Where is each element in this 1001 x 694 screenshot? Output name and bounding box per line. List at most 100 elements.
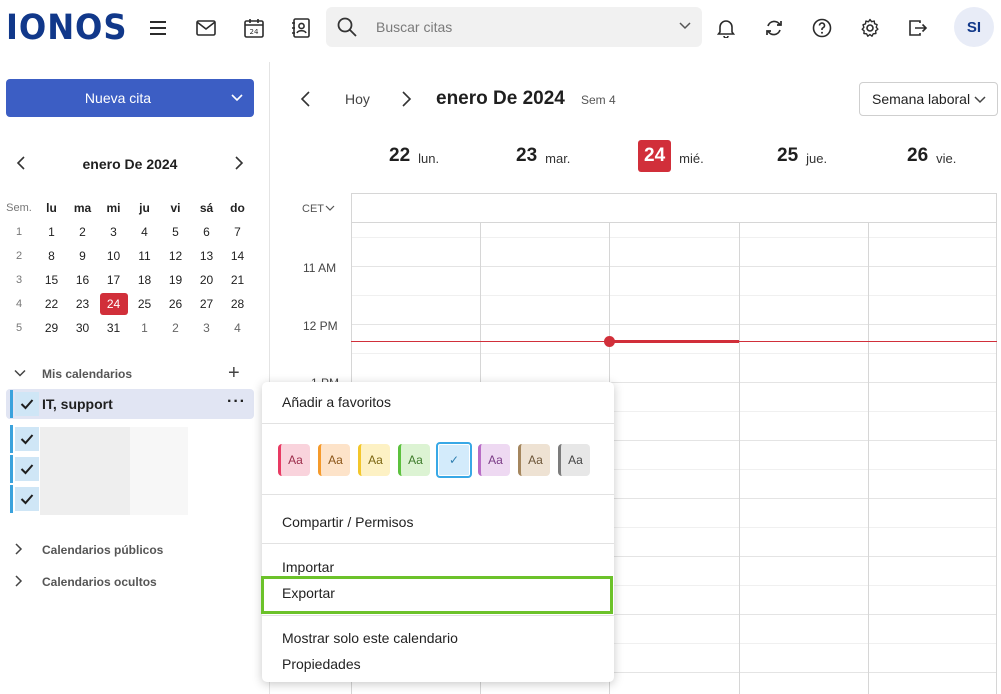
- avatar[interactable]: SI: [954, 7, 994, 47]
- mini-calendar-day[interactable]: 24: [98, 292, 129, 316]
- timezone-select[interactable]: CET: [302, 203, 335, 215]
- search-bar[interactable]: [326, 7, 702, 47]
- week-number[interactable]: 2: [2, 244, 36, 268]
- mini-calendar-day[interactable]: 18: [129, 268, 160, 292]
- chevron-right-icon[interactable]: [14, 575, 24, 590]
- add-calendar-icon[interactable]: +: [228, 363, 240, 383]
- mini-calendar-day[interactable]: 3: [98, 220, 129, 244]
- checkbox-icon[interactable]: [15, 487, 39, 511]
- menu-export[interactable]: Exportar: [282, 585, 335, 601]
- more-options-icon[interactable]: ···: [227, 393, 246, 411]
- mini-calendar-day[interactable]: 15: [36, 268, 67, 292]
- mini-calendar-day[interactable]: 25: [129, 292, 160, 316]
- mini-calendar-day[interactable]: 2: [67, 220, 98, 244]
- chevron-down-icon[interactable]: [220, 91, 254, 105]
- mini-calendar-day[interactable]: 30: [67, 316, 98, 340]
- mini-calendar-day[interactable]: 22: [36, 292, 67, 316]
- mini-calendar-day[interactable]: 2: [160, 316, 191, 340]
- menu-show-only[interactable]: Mostrar solo este calendario: [282, 630, 458, 646]
- chevron-down-icon[interactable]: [678, 19, 692, 38]
- mini-calendar-day[interactable]: 13: [191, 244, 222, 268]
- mini-calendar-day[interactable]: 1: [129, 316, 160, 340]
- day-header-wed[interactable]: 24 mié.: [638, 140, 704, 172]
- week-number[interactable]: 5: [2, 316, 36, 340]
- day-header-tue[interactable]: 23 mar.: [516, 140, 570, 172]
- color-swatch[interactable]: Aa: [518, 444, 550, 476]
- mini-calendar-day[interactable]: 21: [222, 268, 253, 292]
- help-icon[interactable]: [810, 16, 834, 40]
- mini-calendar-day[interactable]: 19: [160, 268, 191, 292]
- mini-calendar-day[interactable]: 23: [67, 292, 98, 316]
- color-swatch[interactable]: Aa: [278, 444, 310, 476]
- week-number[interactable]: 1: [2, 220, 36, 244]
- mail-icon[interactable]: [194, 16, 218, 40]
- menu-icon[interactable]: [146, 16, 170, 40]
- mini-calendar-day[interactable]: 31: [98, 316, 129, 340]
- calendar-color-stripe: [10, 390, 13, 418]
- color-swatch[interactable]: ✓: [436, 442, 472, 478]
- color-swatch[interactable]: Aa: [478, 444, 510, 476]
- mini-calendar-day[interactable]: 27: [191, 292, 222, 316]
- search-input[interactable]: [376, 7, 666, 47]
- refresh-icon[interactable]: [762, 16, 786, 40]
- chevron-right-icon[interactable]: [14, 543, 24, 558]
- menu-add-favorites[interactable]: Añadir a favoritos: [282, 394, 391, 410]
- all-day-row[interactable]: [351, 193, 997, 223]
- menu-properties[interactable]: Propiedades: [282, 656, 361, 672]
- mini-calendar-day[interactable]: 16: [67, 268, 98, 292]
- week-number[interactable]: 3: [2, 268, 36, 292]
- mini-calendar-day[interactable]: 12: [160, 244, 191, 268]
- chevron-left-icon[interactable]: [300, 90, 312, 113]
- checkbox-icon[interactable]: [15, 392, 39, 416]
- ionos-logo[interactable]: IONOS: [6, 9, 127, 47]
- menu-share-permissions[interactable]: Compartir / Permisos: [282, 514, 413, 530]
- mini-calendar-day[interactable]: 4: [129, 220, 160, 244]
- mini-calendar-day[interactable]: 1: [36, 220, 67, 244]
- color-swatch[interactable]: Aa: [558, 444, 590, 476]
- mini-calendar-day[interactable]: 3: [191, 316, 222, 340]
- weekday-header: sá: [199, 201, 214, 215]
- view-select[interactable]: Semana laboral: [859, 82, 998, 116]
- mini-calendar-day[interactable]: 17: [98, 268, 129, 292]
- contacts-icon[interactable]: [289, 16, 313, 40]
- weekday-header: lu: [46, 201, 57, 215]
- chevron-right-icon[interactable]: [400, 90, 412, 113]
- chevron-right-icon[interactable]: [232, 156, 244, 175]
- new-appointment-button[interactable]: Nueva cita: [6, 79, 254, 117]
- mini-calendar-day[interactable]: 20: [191, 268, 222, 292]
- today-button[interactable]: Hoy: [345, 91, 370, 107]
- mini-calendar-day[interactable]: 11: [129, 244, 160, 268]
- menu-import[interactable]: Importar: [282, 559, 334, 575]
- calendar-color-stripe: [10, 425, 13, 453]
- mini-calendar-day[interactable]: 5: [160, 220, 191, 244]
- mini-calendar-day[interactable]: 7: [222, 220, 253, 244]
- calendar-icon[interactable]: 24: [242, 16, 266, 40]
- color-swatch[interactable]: Aa: [318, 444, 350, 476]
- public-calendars-group[interactable]: Calendarios públicos: [0, 540, 260, 560]
- checkbox-icon[interactable]: [15, 427, 39, 451]
- calendar-item-it-support[interactable]: IT, support ···: [6, 389, 254, 419]
- color-swatch[interactable]: Aa: [398, 444, 430, 476]
- mini-calendar-day[interactable]: 8: [36, 244, 67, 268]
- hidden-calendars-group[interactable]: Calendarios ocultos: [0, 572, 260, 592]
- menu-divider: [262, 615, 614, 616]
- logout-icon[interactable]: [906, 16, 930, 40]
- mini-calendar-day[interactable]: 29: [36, 316, 67, 340]
- bell-icon[interactable]: [714, 16, 738, 40]
- mini-calendar-day[interactable]: 6: [191, 220, 222, 244]
- color-swatch[interactable]: Aa: [358, 444, 390, 476]
- checkbox-icon[interactable]: [15, 457, 39, 481]
- day-header-fri[interactable]: 26 vie.: [907, 140, 956, 172]
- mini-calendar-day[interactable]: 4: [222, 316, 253, 340]
- gear-icon[interactable]: [858, 16, 882, 40]
- chevron-down-icon[interactable]: [14, 367, 26, 382]
- mini-calendar-day[interactable]: 28: [222, 292, 253, 316]
- mini-calendar-day[interactable]: 14: [222, 244, 253, 268]
- my-calendars-header[interactable]: Mis calendarios +: [0, 363, 260, 384]
- day-header-thu[interactable]: 25 jue.: [777, 140, 827, 172]
- week-number[interactable]: 4: [2, 292, 36, 316]
- mini-calendar-day[interactable]: 9: [67, 244, 98, 268]
- mini-calendar-day[interactable]: 26: [160, 292, 191, 316]
- day-header-mon[interactable]: 22 lun.: [389, 140, 439, 172]
- mini-calendar-day[interactable]: 10: [98, 244, 129, 268]
